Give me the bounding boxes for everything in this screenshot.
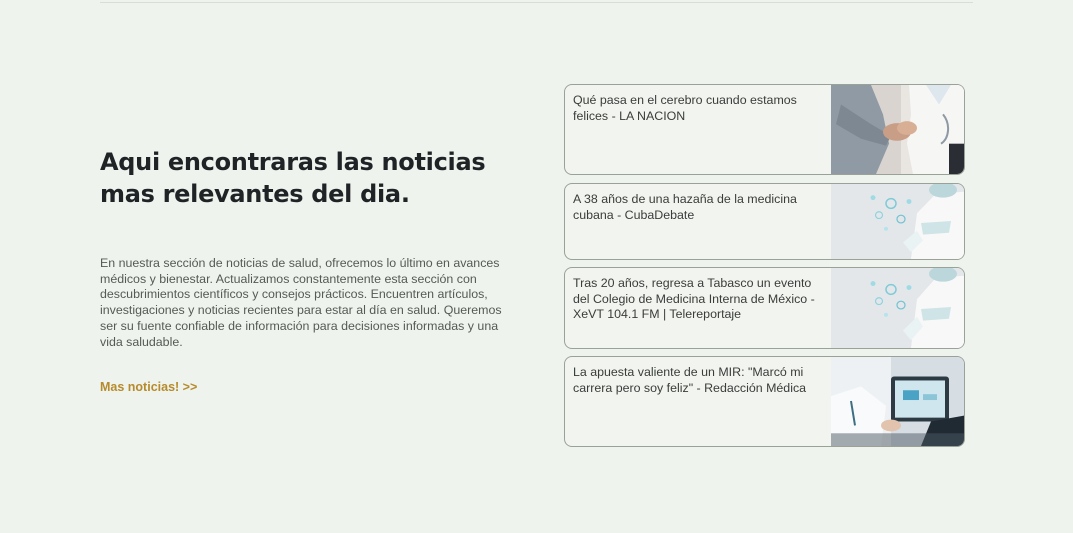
news-card-title: Qué pasa en el cerebro cuando estamos fe… (573, 93, 797, 123)
doctor-virus-photo (831, 268, 964, 348)
news-card-title: La apuesta valiente de un MIR: "Marcó mi… (573, 365, 807, 395)
top-divider (100, 2, 973, 3)
doctor-virus-photo (831, 184, 964, 259)
hands-holding-photo (831, 85, 964, 174)
news-card-image (831, 85, 964, 174)
news-card-title: A 38 años de una hazaña de la medicina c… (573, 192, 797, 222)
section-description: En nuestra sección de noticias de salud,… (100, 256, 502, 349)
news-card-image (831, 184, 964, 259)
news-card[interactable]: La apuesta valiente de un MIR: "Marcó mi… (564, 356, 965, 447)
section-heading: Aqui encontraras las noticias mas releva… (100, 146, 520, 210)
doctor-tablet-photo (831, 357, 964, 446)
news-card[interactable]: Tras 20 años, regresa a Tabasco un event… (564, 267, 965, 349)
heading-line-2: mas relevantes del dia. (100, 180, 410, 208)
more-news-link[interactable]: Mas noticias! >> (100, 380, 197, 394)
news-card-image (831, 268, 964, 348)
intro-section: Aqui encontraras las noticias mas releva… (100, 146, 520, 396)
news-card[interactable]: Qué pasa en el cerebro cuando estamos fe… (564, 84, 965, 175)
heading-line-1: Aqui encontraras las noticias (100, 148, 486, 176)
news-card-title: Tras 20 años, regresa a Tabasco un event… (573, 276, 815, 322)
news-card-image (831, 357, 964, 446)
news-card[interactable]: A 38 años de una hazaña de la medicina c… (564, 183, 965, 260)
